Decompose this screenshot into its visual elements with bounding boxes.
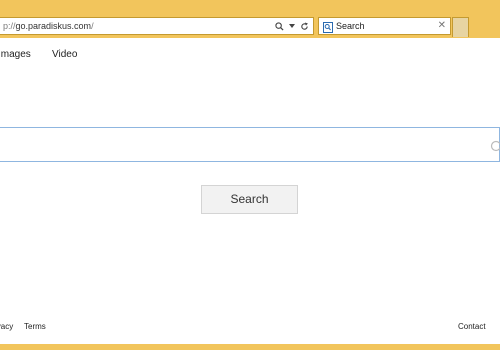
search-icon[interactable] xyxy=(275,21,284,31)
footer-link-terms[interactable]: Terms xyxy=(24,322,46,331)
search-box-label: Search xyxy=(336,21,365,31)
new-tab-button[interactable] xyxy=(452,17,469,37)
address-path: / xyxy=(91,21,94,31)
address-url: p://go.paradiskus.com/ xyxy=(3,18,94,34)
nav-link-video[interactable]: Video xyxy=(52,49,77,60)
browser-search-box[interactable]: Search ✕ xyxy=(318,17,451,35)
close-icon[interactable]: ✕ xyxy=(438,18,446,34)
search-icon xyxy=(323,20,333,38)
search-button[interactable]: Search xyxy=(201,185,298,214)
browser-bottom-frame xyxy=(0,344,500,350)
dropdown-arrow-icon[interactable] xyxy=(289,24,295,28)
search-input[interactable] xyxy=(0,127,500,162)
browser-chrome: p://go.paradiskus.com/ Search ✕ xyxy=(0,0,500,38)
page-viewport: Images Video Search Privacy Terms Contac… xyxy=(0,38,500,344)
address-bar[interactable]: p://go.paradiskus.com/ xyxy=(0,17,314,35)
loading-spinner-icon xyxy=(490,139,500,157)
address-protocol: p:// xyxy=(3,21,16,31)
address-domain: go.paradiskus.com xyxy=(15,21,92,31)
refresh-icon[interactable] xyxy=(300,21,309,31)
address-controls xyxy=(275,18,309,34)
nav-link-images[interactable]: Images xyxy=(0,49,31,60)
footer-link-contact[interactable]: Contact xyxy=(458,322,486,331)
footer-link-privacy[interactable]: Privacy xyxy=(0,322,13,331)
